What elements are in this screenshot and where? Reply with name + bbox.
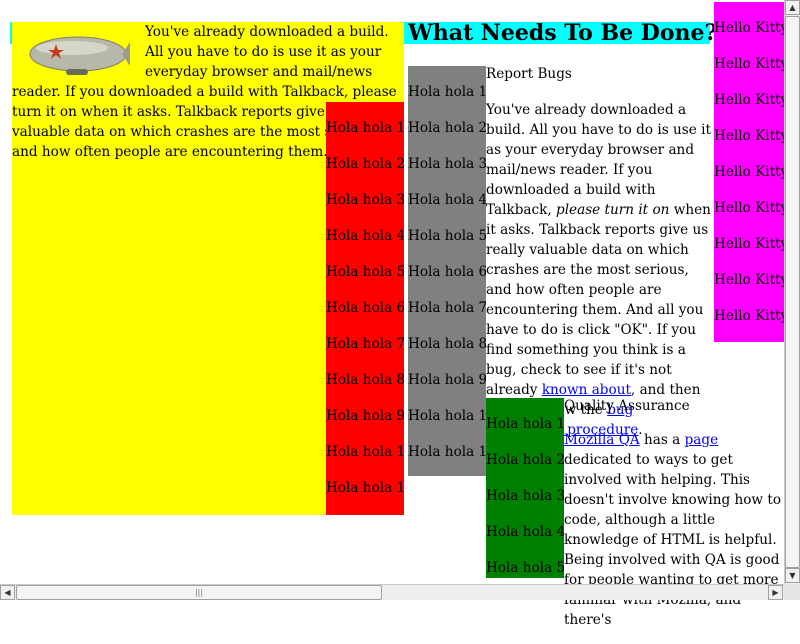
magenta-list-item: Hello Kitty [714,92,786,108]
scroll-left-arrow-icon[interactable]: ◀ [0,585,15,600]
gray-list-item: Hola hola 2 [408,120,486,136]
report-bugs-paragraph: You've already downloaded a build. All y… [486,102,711,438]
red-list-item: Hola hola 9 [326,408,404,424]
gray-list-item: Hola hola 10 [408,408,486,424]
gray-list-item: Hola hola 9 [408,372,486,388]
magenta-list-item: Hello Kitty [714,236,786,252]
magenta-list-item: Hello Kitty [714,200,786,216]
green-list-item: Hola hola 3 [486,488,564,504]
green-list: Hola hola 1 Hola hola 2 Hola hola 3 Hola ho… [486,398,564,578]
green-list-item: Hola hola 4 [486,524,564,540]
red-list-item: Hola hola 8 [326,372,404,388]
red-list-item: Hola hola 1 [326,120,404,136]
magenta-list-item: Hello Kitty [714,308,786,324]
page-heading: What Needs To Be Done? [408,20,718,46]
green-list-item: Hola hola 1 [486,416,564,432]
magenta-list-item: Hello Kitty [714,20,786,36]
gray-list-item: Hola hola 6 [408,264,486,280]
gray-list-item: Hola hola 8 [408,336,486,352]
mozilla-qa-link[interactable]: Mozilla QA [564,432,640,448]
gray-column: Hola hola 1 Hola hola 2 Hola hola 3 Hola ho… [408,66,486,476]
red-list-item: Hola hola 10 [326,444,404,460]
qa-page-link[interactable]: page [685,432,719,448]
report-bugs-title: Report Bugs [486,66,572,82]
horizontal-scrollbar[interactable]: ◀ ||| ▶ [0,584,784,600]
red-list-item: Hola hola 5 [326,264,404,280]
scroll-right-arrow-icon[interactable]: ▶ [768,585,783,600]
red-list-item: Hola hola 2 [326,156,404,172]
red-list-item: Hola hola 4 [326,228,404,244]
qa-title: Quality Assurance [564,398,690,414]
gray-list-item: Hola hola 7 [408,300,486,316]
horizontal-scroll-thumb[interactable]: ||| [16,585,382,600]
magenta-list-item: Hello Kitty [714,56,786,72]
red-list-item: Hola hola 11 [326,480,404,496]
scrollbar-corner [784,584,800,600]
red-list-item: Hola hola 6 [326,300,404,316]
magenta-list-item: Hello Kitty [714,128,786,144]
scroll-down-arrow-icon[interactable]: ▼ [785,568,800,583]
red-list-item: Hola hola 3 [326,192,404,208]
vertical-scrollbar[interactable]: ▲ ▼ [784,0,800,584]
gray-list-item: Hola hola 3 [408,156,486,172]
magenta-list-item: Hello Kitty [714,272,786,288]
green-column: Hola hola 1 Hola hola 2 Hola hola 3 Hola ho… [486,398,564,578]
gray-list: Hola hola 1 Hola hola 2 Hola hola 3 Hola ho… [408,66,486,462]
gray-list-item: Hola hola 4 [408,192,486,208]
magenta-list-item: Hello Kitty [714,164,786,180]
quality-assurance-section: Quality Assurance Mozilla QA has a page … [564,396,790,644]
magenta-column: Hello Kitty Hello Kitty Hello Kitty Hello K… [714,2,786,342]
vertical-scroll-thumb[interactable] [785,16,800,568]
gray-list-item: Hola hola 5 [408,228,486,244]
red-list-item: Hola hola 7 [326,336,404,352]
red-list: Hola hola 1 Hola hola 2 Hola hola 3 Hola ho… [326,102,404,498]
red-column: Hola hola 1 Hola hola 2 Hola hola 3 Hola ho… [326,102,404,515]
gray-list-item: Hola hola 11 [408,444,486,460]
green-list-item: Hola hola 5 [486,560,564,576]
qa-paragraph: Mozilla QA has a page dedicated to ways … [564,432,782,628]
scroll-up-arrow-icon[interactable]: ▲ [785,0,800,15]
gray-list-item: Hola hola 1 [408,84,486,100]
green-list-item: Hola hola 2 [486,452,564,468]
magenta-list: Hello Kitty Hello Kitty Hello Kitty Hello K… [714,2,786,326]
